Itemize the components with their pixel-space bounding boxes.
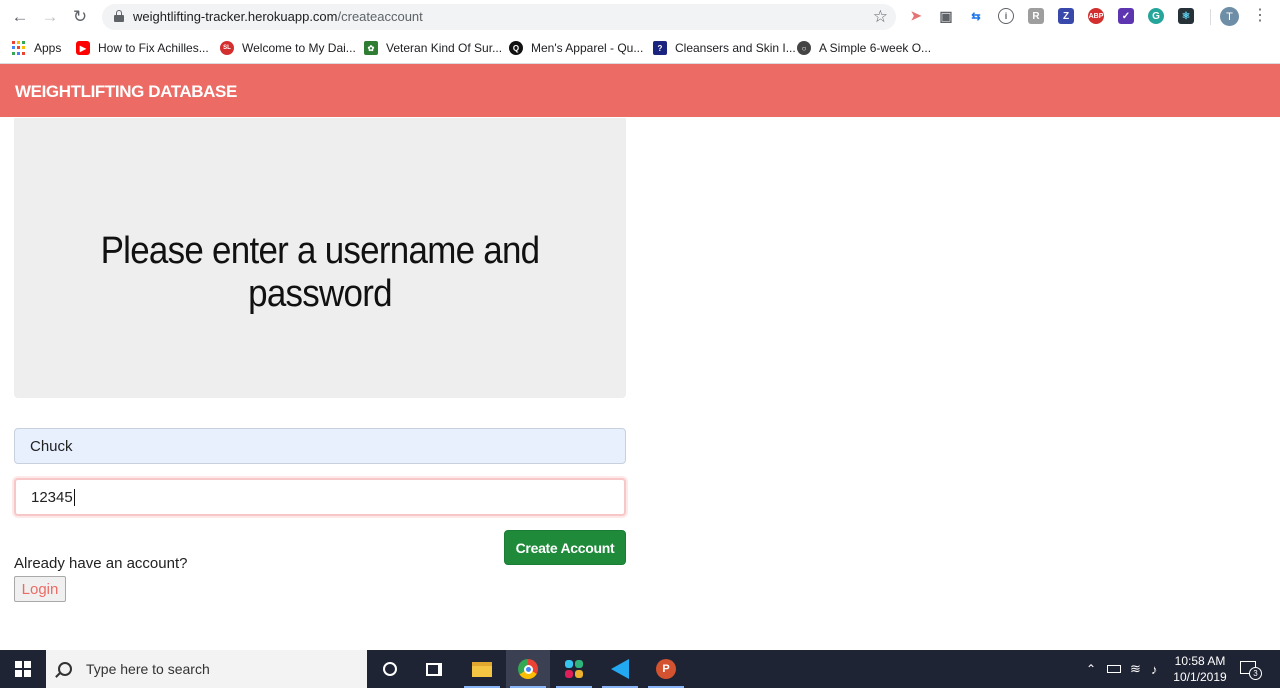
address-bar[interactable]: weightlifting-tracker.herokuapp.com/crea…: [102, 4, 896, 30]
vscode-icon[interactable]: [598, 650, 642, 688]
youtube-icon: ▶: [76, 41, 90, 55]
profile-avatar[interactable]: T: [1220, 7, 1239, 26]
extension-check-icon[interactable]: ✓: [1118, 8, 1134, 24]
already-have-account-text: Already have an account?: [14, 555, 188, 572]
wifi-icon[interactable]: ≋: [1130, 650, 1141, 688]
login-button[interactable]: Login: [14, 576, 66, 602]
search-placeholder: Type here to search: [86, 661, 210, 677]
extension-r-icon[interactable]: R: [1028, 8, 1044, 24]
task-view-icon[interactable]: [412, 650, 456, 688]
bookmark-item[interactable]: ○ A Simple 6-week O...: [797, 39, 931, 57]
browser-chrome: ← → ↻ weightlifting-tracker.herokuapp.co…: [0, 0, 1280, 64]
brand-title[interactable]: WEIGHTLIFTING DATABASE: [15, 82, 237, 102]
extension-z-icon[interactable]: Z: [1058, 8, 1074, 24]
username-input[interactable]: Chuck: [14, 428, 626, 464]
menu-kebab-icon[interactable]: ⋮: [1252, 5, 1268, 25]
browser-toolbar: ← → ↻ weightlifting-tracker.herokuapp.co…: [0, 0, 1280, 34]
bookmark-item[interactable]: SL Welcome to My Dai...: [220, 39, 356, 57]
tray-chevron-up-icon[interactable]: ⌃: [1086, 650, 1096, 688]
powerpoint-icon[interactable]: P: [644, 650, 688, 688]
url-text: weightlifting-tracker.herokuapp.com/crea…: [133, 9, 423, 24]
extension-arrows-icon[interactable]: ⇆: [968, 8, 984, 24]
slack-icon[interactable]: [552, 650, 596, 688]
bookmark-star-icon[interactable]: ☆: [873, 7, 888, 27]
taskbar-search[interactable]: Type here to search: [46, 650, 367, 688]
windows-logo-icon: [15, 661, 31, 677]
extension-capture-icon[interactable]: ▣: [938, 8, 954, 24]
cortana-icon[interactable]: [368, 650, 412, 688]
lock-icon: [114, 10, 124, 22]
extension-adblock-icon[interactable]: ABP: [1088, 8, 1104, 24]
bookmark-apps[interactable]: Apps: [12, 39, 61, 57]
system-clock[interactable]: 10:58 AM 10/1/2019: [1168, 653, 1232, 685]
file-explorer-icon[interactable]: [460, 650, 504, 688]
bookmark-item[interactable]: ✿ Veteran Kind Of Sur...: [364, 39, 502, 57]
start-button[interactable]: [0, 650, 46, 688]
toolbar-divider: [1210, 9, 1211, 25]
windows-taskbar: Type here to search P ⌃ ≋ ♪ 10:58 AM 10/…: [0, 650, 1280, 688]
reload-icon[interactable]: ↻: [69, 6, 91, 28]
leaf-icon: ✿: [364, 41, 378, 55]
extension-screencast-icon[interactable]: ➤: [908, 8, 924, 24]
globe-icon: ○: [797, 41, 811, 55]
battery-icon[interactable]: [1107, 650, 1121, 688]
forward-icon[interactable]: →: [39, 6, 61, 28]
jumbotron: Please enter a username and password: [14, 118, 626, 398]
q-icon: Q: [509, 41, 523, 55]
question-icon: ?: [653, 41, 667, 55]
notification-count: 3: [1249, 667, 1262, 680]
extension-react-icon[interactable]: ⚛: [1178, 8, 1194, 24]
extension-info-icon[interactable]: i: [998, 8, 1014, 24]
text-caret: [73, 488, 75, 506]
clock-date: 10/1/2019: [1173, 670, 1227, 684]
page-heading: Please enter a username and password: [100, 230, 541, 315]
bookmark-item[interactable]: ? Cleansers and Skin I...: [653, 39, 796, 57]
back-icon[interactable]: ←: [9, 6, 31, 28]
search-icon: [58, 662, 72, 676]
create-account-button[interactable]: Create Account: [504, 530, 626, 565]
bookmark-item[interactable]: Q Men's Apparel - Qu...: [509, 39, 643, 57]
clock-time: 10:58 AM: [1174, 654, 1226, 668]
volume-icon[interactable]: ♪: [1151, 650, 1158, 688]
notification-icon[interactable]: 3: [1240, 659, 1262, 680]
app-navbar: WEIGHTLIFTING DATABASE: [0, 64, 1280, 117]
bookmark-item[interactable]: ▶ How to Fix Achilles...: [76, 39, 209, 57]
extension-grammarly-icon[interactable]: G: [1148, 8, 1164, 24]
chrome-taskbar-icon[interactable]: [506, 650, 550, 688]
password-value: 12345: [31, 488, 73, 506]
sl-icon: SL: [220, 41, 234, 55]
apps-grid-icon: [12, 41, 26, 55]
password-input[interactable]: 12345: [14, 478, 626, 516]
username-value: Chuck: [30, 437, 73, 455]
bookmarks-bar: Apps ▶ How to Fix Achilles... SL Welcome…: [0, 34, 1280, 62]
